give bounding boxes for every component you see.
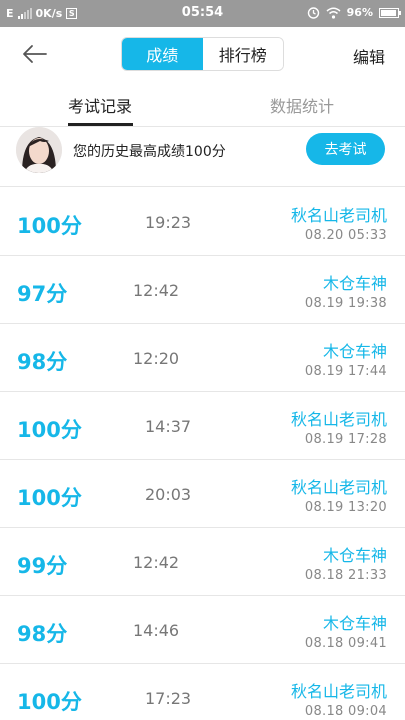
best-score-card: 您的历史最高成绩100分 去考试 (0, 127, 405, 187)
record-score: 100分 (17, 690, 82, 714)
record-duration: 17:23 (145, 689, 192, 708)
tab-exam-records[interactable]: 考试记录 (68, 93, 132, 117)
record-duration: 12:42 (133, 553, 180, 572)
record-row[interactable]: 98分 14:46 木仓车神 08.18 09:41 (0, 596, 405, 664)
record-score: 100分 (17, 418, 82, 442)
record-row[interactable]: 100分 20:03 秋名山老司机 08.19 13:20 (0, 460, 405, 528)
status-right: 96% (307, 6, 401, 19)
record-date: 08.20 05:33 (304, 228, 387, 243)
wifi-icon (326, 7, 341, 19)
tab-indicator (68, 123, 133, 126)
back-button[interactable] (18, 39, 50, 69)
record-date: 08.18 21:33 (304, 568, 387, 583)
record-score: 98分 (17, 622, 68, 646)
record-name: 秋名山老司机 (290, 410, 387, 429)
tab-data-stats[interactable]: 数据统计 (270, 93, 334, 117)
avatar (16, 127, 62, 173)
segment-leaderboard[interactable]: 排行榜 (202, 38, 283, 70)
record-score: 99分 (17, 554, 68, 578)
record-duration: 12:20 (133, 349, 180, 368)
record-duration: 19:23 (145, 213, 192, 232)
app-header: 成绩 排行榜 编辑 (0, 27, 405, 83)
go-exam-button[interactable]: 去考试 (306, 133, 385, 165)
status-bar: E 0K/s S 05:54 96% (0, 0, 405, 27)
record-name: 木仓车神 (322, 614, 387, 633)
sub-tabs: 考试记录 数据统计 (0, 83, 405, 127)
edit-button[interactable]: 编辑 (353, 44, 385, 68)
record-row[interactable]: 100分 14:37 秋名山老司机 08.19 17:28 (0, 392, 405, 460)
record-score: 98分 (17, 350, 68, 374)
record-name: 秋名山老司机 (290, 206, 387, 225)
record-row[interactable]: 100分 17:23 秋名山老司机 08.18 09:04 (0, 664, 405, 720)
record-date: 08.19 17:44 (304, 364, 387, 379)
record-row[interactable]: 97分 12:42 木仓车神 08.19 19:38 (0, 256, 405, 324)
record-row[interactable]: 98分 12:20 木仓车神 08.19 17:44 (0, 324, 405, 392)
arrow-left-icon (23, 45, 47, 63)
segment-scores[interactable]: 成绩 (122, 38, 203, 70)
battery-icon (379, 7, 401, 18)
record-date: 08.19 19:38 (304, 296, 387, 311)
record-name: 木仓车神 (322, 274, 387, 293)
record-duration: 20:03 (145, 485, 192, 504)
record-score: 97分 (17, 282, 68, 306)
record-date: 08.18 09:41 (304, 636, 387, 651)
battery-percent: 96% (346, 6, 373, 19)
record-date: 08.19 13:20 (304, 500, 387, 515)
record-row[interactable]: 99分 12:42 木仓车神 08.18 21:33 (0, 528, 405, 596)
record-date: 08.18 09:04 (304, 704, 387, 719)
record-name: 秋名山老司机 (290, 478, 387, 497)
alarm-icon (307, 7, 319, 19)
record-name: 木仓车神 (322, 546, 387, 565)
record-name: 木仓车神 (322, 342, 387, 361)
record-name: 秋名山老司机 (290, 682, 387, 701)
record-score: 100分 (17, 214, 82, 238)
record-duration: 14:37 (145, 417, 192, 436)
segmented-control: 成绩 排行榜 (121, 37, 284, 71)
record-score: 100分 (17, 486, 82, 510)
record-duration: 14:46 (133, 621, 180, 640)
best-score-text: 您的历史最高成绩100分 (73, 144, 226, 160)
record-row[interactable]: 100分 19:23 秋名山老司机 08.20 05:33 (0, 188, 405, 256)
records-list: 100分 19:23 秋名山老司机 08.20 05:33 97分 12:42 … (0, 188, 405, 720)
record-date: 08.19 17:28 (304, 432, 387, 447)
record-duration: 12:42 (133, 281, 180, 300)
